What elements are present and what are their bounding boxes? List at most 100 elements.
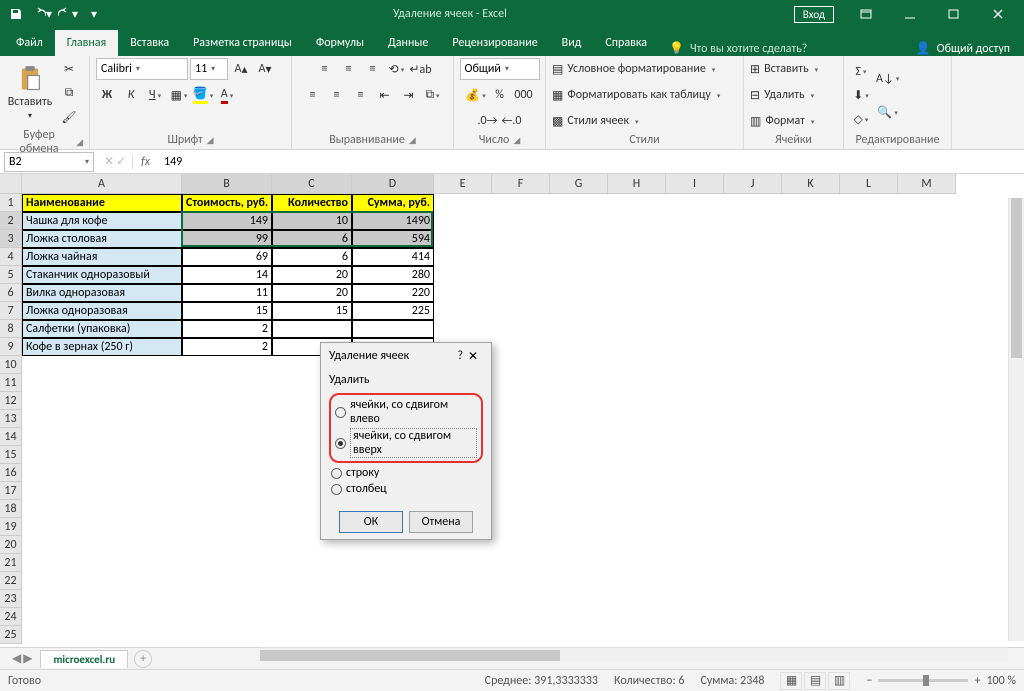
col-header[interactable]: K [782,174,840,194]
row-header[interactable]: 23 [0,590,22,608]
cell[interactable]: 20 [272,266,352,284]
tab-review[interactable]: Рецензирование [440,30,549,56]
row-header[interactable]: 13 [0,410,22,428]
page-break-icon[interactable]: ▥ [828,672,850,690]
align-right-icon[interactable]: ≡ [350,84,372,106]
row-header[interactable]: 4 [0,248,22,266]
col-header[interactable]: C [272,174,352,194]
row-header[interactable]: 9 [0,338,22,356]
col-header[interactable]: F [492,174,550,194]
row-header[interactable]: 1 [0,194,22,212]
column-headers[interactable]: ABCDEFGHIJKLM [22,174,1024,194]
format-as-table[interactable]: ▦ Форматировать как таблицу▾ [552,84,737,106]
italic-icon[interactable]: К [120,84,142,106]
col-header[interactable]: D [352,174,434,194]
format-painter-icon[interactable]: 🖌 [58,106,80,128]
format-cells[interactable]: ▥ Формат▾ [750,110,837,132]
decrease-font-icon[interactable]: A▾ [254,58,276,80]
new-sheet-icon[interactable]: + [134,650,152,668]
fill-icon[interactable]: ⬇▾ [850,85,872,107]
horizontal-scrollbar[interactable] [260,647,1008,663]
cell[interactable] [352,320,434,338]
number-format[interactable]: Общий▾ [460,58,540,80]
col-header[interactable]: G [550,174,608,194]
align-left-icon[interactable]: ≡ [302,84,324,106]
align-middle-icon[interactable]: ≡ [337,58,359,80]
align-bottom-icon[interactable]: ≡ [361,58,383,80]
row-header[interactable]: 3 [0,230,22,248]
name-box[interactable]: B2▾ [4,152,94,172]
row-header[interactable]: 2 [0,212,22,230]
share-button[interactable]: 👤Общий доступ [906,41,1020,56]
cell[interactable]: 2 [182,320,272,338]
cell[interactable]: Чашка для кофе [22,212,182,230]
merge-icon[interactable]: ⧉▾ [422,84,444,106]
tab-data[interactable]: Данные [376,30,440,56]
cell[interactable]: Ложка одноразовая [22,302,182,320]
tab-help[interactable]: Справка [593,30,659,56]
row-header[interactable]: 18 [0,500,22,518]
cell[interactable]: 414 [352,248,434,266]
zoom-level[interactable]: 100 % [986,674,1016,688]
maximize-icon[interactable] [932,0,976,28]
copy-icon[interactable]: ⧉ [58,82,80,104]
cell[interactable]: Ложка чайная [22,248,182,266]
fill-color-icon[interactable]: 🪣▾ [192,84,214,106]
dialog-launcher-icon[interactable]: ◢ [513,135,520,146]
bold-icon[interactable]: Ж [96,84,118,106]
delete-cells[interactable]: ⊟ Удалить▾ [750,84,837,106]
align-center-icon[interactable]: ≡ [326,84,348,106]
opt-column[interactable]: столбец [329,481,483,497]
row-header[interactable]: 16 [0,464,22,482]
cell[interactable]: Вилка одноразовая [22,284,182,302]
ok-button[interactable]: ОК [339,511,403,533]
prev-sheet-icon[interactable]: ◀ [12,651,21,666]
next-sheet-icon[interactable]: ▶ [23,651,32,666]
col-header[interactable]: M [898,174,956,194]
decrease-decimal-icon[interactable]: ←.0 [501,110,523,132]
cell[interactable]: 20 [272,284,352,302]
row-header[interactable]: 19 [0,518,22,536]
font-color-icon[interactable]: A▾ [216,84,238,106]
clear-icon[interactable]: ◇▾ [850,109,872,131]
row-header[interactable]: 14 [0,428,22,446]
row-header[interactable]: 8 [0,320,22,338]
currency-icon[interactable]: 💰▾ [465,84,487,106]
cell[interactable]: Кофе в зернах (250 г) [22,338,182,356]
cell[interactable]: 14 [182,266,272,284]
select-all-corner[interactable] [0,174,22,194]
col-header[interactable]: I [666,174,724,194]
fx-icon[interactable]: fx [133,155,158,169]
cell-styles[interactable]: ▩ Стили ячеек▾ [552,110,737,132]
insert-cells[interactable]: ⊞ Вставить▾ [750,58,837,80]
undo-icon[interactable]: ▾ [30,2,54,26]
row-header[interactable]: 12 [0,392,22,410]
sort-filter-icon[interactable]: A↓▾ [876,63,899,95]
row-header[interactable]: 25 [0,626,22,644]
qat-customize-icon[interactable]: ▾ [82,2,106,26]
zoom-slider[interactable]: − + 100 % [866,674,1016,688]
cell[interactable]: 69 [182,248,272,266]
login-button[interactable]: Вход [794,6,834,23]
increase-decimal-icon[interactable]: .0→ [477,110,499,132]
cell[interactable]: 99 [182,230,272,248]
page-layout-icon[interactable]: ▤ [804,672,826,690]
cell[interactable]: 11 [182,284,272,302]
percent-icon[interactable]: % [489,84,511,106]
opt-shift-left[interactable]: ячейки, со сдвигом влево [333,397,479,427]
row-header[interactable]: 6 [0,284,22,302]
row-header[interactable]: 10 [0,356,22,374]
row-headers[interactable]: 1234567891011121314151617181920212223242… [0,194,22,644]
cell[interactable]: 6 [272,248,352,266]
tab-insert[interactable]: Вставка [118,30,181,56]
tab-view[interactable]: Вид [550,30,594,56]
zoom-in-icon[interactable]: + [974,674,980,688]
dialog-launcher-icon[interactable]: ◢ [76,137,83,148]
opt-shift-up[interactable]: ячейки, со сдвигом вверх [333,427,479,459]
row-header[interactable]: 17 [0,482,22,500]
opt-row[interactable]: строку [329,465,483,481]
sheet-tab[interactable]: microexcel.ru [40,650,128,668]
cell[interactable]: 280 [352,266,434,284]
cell[interactable]: Салфетки (упаковка) [22,320,182,338]
tab-home[interactable]: Главная [55,30,118,56]
